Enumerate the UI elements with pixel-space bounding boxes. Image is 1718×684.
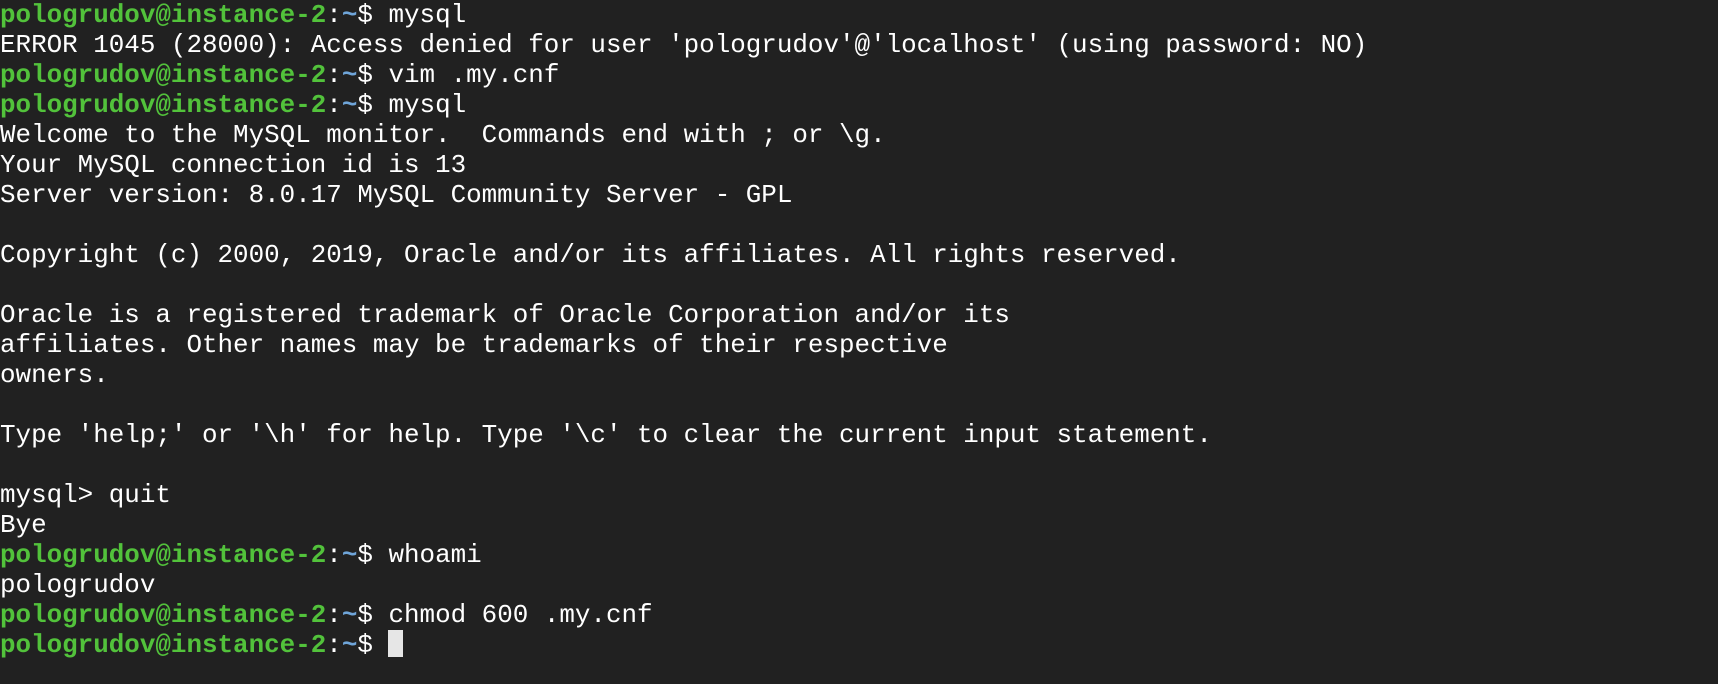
prompt-colon: : bbox=[326, 60, 342, 90]
prompt-symbol: $ bbox=[357, 630, 389, 660]
prompt-symbol: $ bbox=[357, 60, 389, 90]
prompt-user-host: pologrudov@instance-2 bbox=[0, 90, 327, 120]
prompt-line: pologrudov@instance-2:~$ mysql bbox=[0, 90, 1718, 120]
prompt-path: ~ bbox=[341, 630, 358, 660]
prompt-path: ~ bbox=[341, 540, 358, 570]
output-line: Bye bbox=[0, 510, 47, 540]
prompt-colon: : bbox=[326, 630, 342, 660]
command-text: chmod 600 .my.cnf bbox=[388, 600, 653, 630]
prompt-line: pologrudov@instance-2:~$ whoami bbox=[0, 540, 1718, 570]
prompt-path: ~ bbox=[341, 60, 358, 90]
prompt-colon: : bbox=[326, 540, 342, 570]
prompt-user-host: pologrudov@instance-2 bbox=[0, 540, 327, 570]
output-line: mysql> quit bbox=[0, 480, 171, 510]
prompt-user-host: pologrudov@instance-2 bbox=[0, 630, 327, 660]
prompt-colon: : bbox=[326, 90, 342, 120]
prompt-line: pologrudov@instance-2:~$ chmod 600 .my.c… bbox=[0, 600, 1718, 630]
prompt-symbol: $ bbox=[357, 90, 389, 120]
output-line: Copyright (c) 2000, 2019, Oracle and/or … bbox=[0, 240, 1181, 270]
output-line: owners. bbox=[0, 360, 109, 390]
output-line: Oracle is a registered trademark of Orac… bbox=[0, 300, 1010, 330]
output-line: Server version: 8.0.17 MySQL Community S… bbox=[0, 180, 793, 210]
prompt-path: ~ bbox=[341, 0, 358, 30]
prompt-line: pologrudov@instance-2:~$ bbox=[0, 630, 1718, 660]
command-text: mysql bbox=[388, 0, 467, 30]
command-text: vim .my.cnf bbox=[388, 60, 560, 90]
output-line: Type 'help;' or '\h' for help. Type '\c'… bbox=[0, 420, 1212, 450]
prompt-user-host: pologrudov@instance-2 bbox=[0, 0, 327, 30]
output-line: ERROR 1045 (28000): Access denied for us… bbox=[0, 30, 1368, 60]
command-text: whoami bbox=[388, 540, 482, 570]
prompt-line: pologrudov@instance-2:~$ mysql bbox=[0, 0, 1718, 30]
output-line: Welcome to the MySQL monitor. Commands e… bbox=[0, 120, 886, 150]
prompt-path: ~ bbox=[341, 90, 358, 120]
output-line: Your MySQL connection id is 13 bbox=[0, 150, 467, 180]
terminal-window[interactable]: pologrudov@instance-2:~$ mysql ERROR 1045… bbox=[0, 0, 1718, 684]
output-line: affiliates. Other names may be trademark… bbox=[0, 330, 948, 360]
prompt-line: pologrudov@instance-2:~$ vim .my.cnf bbox=[0, 60, 1718, 90]
prompt-user-host: pologrudov@instance-2 bbox=[0, 600, 327, 630]
prompt-symbol: $ bbox=[357, 540, 389, 570]
output-line: pologrudov bbox=[0, 570, 156, 600]
command-text: mysql bbox=[388, 90, 467, 120]
prompt-symbol: $ bbox=[357, 0, 389, 30]
text-cursor[interactable] bbox=[388, 630, 404, 657]
prompt-symbol: $ bbox=[357, 600, 389, 630]
prompt-path: ~ bbox=[341, 600, 358, 630]
prompt-colon: : bbox=[326, 600, 342, 630]
prompt-colon: : bbox=[326, 0, 342, 30]
prompt-user-host: pologrudov@instance-2 bbox=[0, 60, 327, 90]
